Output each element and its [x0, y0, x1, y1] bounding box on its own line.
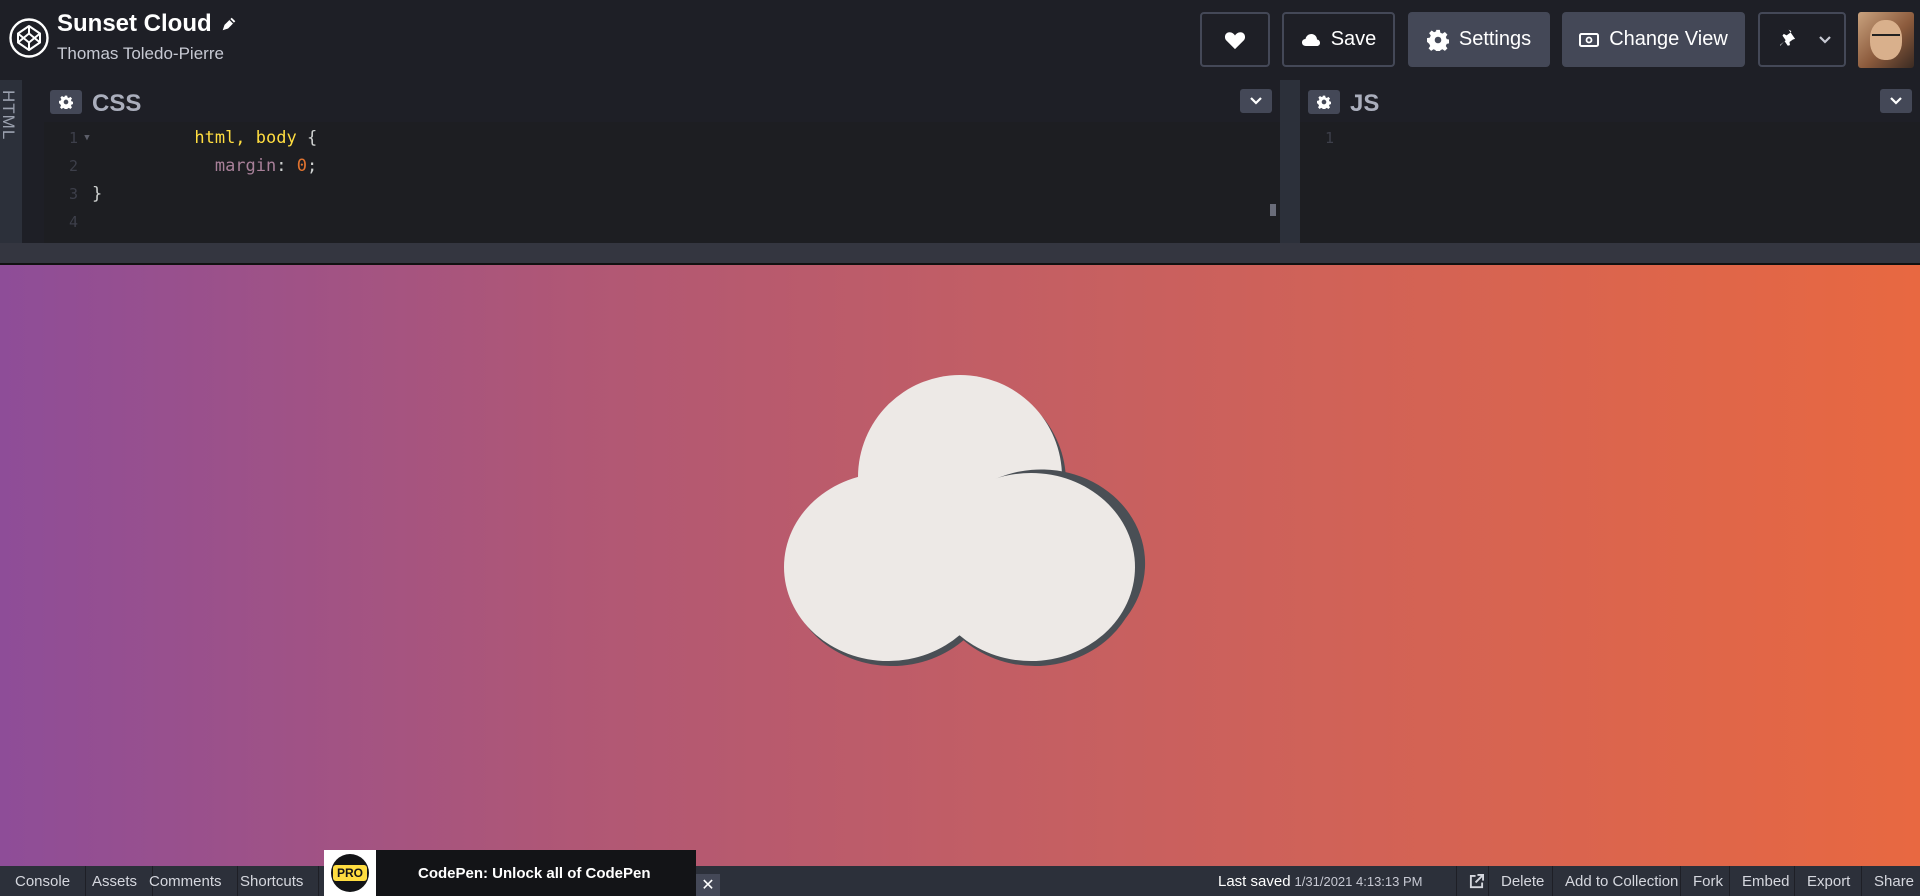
code-line: 3 }: [44, 180, 102, 208]
pro-promo-banner[interactable]: PRO CodePen: Unlock all of CodePen: [324, 850, 696, 896]
change-view-button[interactable]: Change View: [1562, 12, 1745, 67]
code-line: 2 margin: 0;: [44, 152, 317, 180]
line-number: 2: [68, 157, 78, 175]
author-name[interactable]: Thomas Toledo-Pierre: [57, 44, 224, 64]
pin-button[interactable]: [1758, 12, 1846, 67]
console-button[interactable]: Console: [0, 866, 87, 896]
preview-pane[interactable]: [0, 265, 1920, 866]
console-label: Console: [15, 872, 71, 890]
pro-badge-circle: PRO: [331, 854, 369, 892]
fork-button[interactable]: Fork: [1680, 866, 1735, 896]
close-icon: ✕: [701, 877, 715, 894]
js-settings-button[interactable]: [1308, 90, 1340, 114]
css-collapse-button[interactable]: [1240, 89, 1272, 113]
css-value: 0: [296, 156, 307, 176]
js-code-area[interactable]: 1: [1300, 122, 1920, 243]
gear-icon: [59, 95, 73, 109]
js-editor-title: JS: [1350, 90, 1380, 117]
pro-badge-label: PRO: [332, 865, 367, 881]
css-property: margin: [194, 156, 277, 176]
avatar[interactable]: [1858, 12, 1914, 68]
css-editor-panel: CSS 1 ▼ html, body { 2 margin: 0; 3} 4: [44, 80, 1280, 243]
codepen-logo-icon[interactable]: [9, 18, 49, 58]
html-editor-tab[interactable]: HTML: [0, 80, 22, 243]
add-to-collection-label: Add to Collection: [1565, 872, 1679, 890]
code-colon: :: [276, 156, 297, 176]
code-text: margin: 0;: [92, 136, 317, 196]
add-to-collection-button[interactable]: Add to Collection: [1552, 866, 1690, 896]
js-editor-header: JS: [1300, 80, 1920, 122]
chevron-down-icon: [1250, 97, 1262, 105]
shortcuts-button[interactable]: Shortcuts: [225, 866, 320, 896]
html-tab-label: HTML: [0, 90, 18, 141]
pro-badge: PRO: [324, 850, 376, 896]
code-semicolon: ;: [306, 156, 318, 176]
assets-label: Assets: [92, 872, 138, 890]
chevron-down-icon[interactable]: [1818, 35, 1832, 45]
js-editor-panel: JS 1: [1300, 80, 1920, 243]
change-view-label: Change View: [1609, 28, 1728, 50]
delete-button[interactable]: Delete: [1488, 866, 1556, 896]
external-link-icon: [1469, 873, 1484, 888]
settings-button[interactable]: Settings: [1408, 12, 1550, 67]
editor-resize-bar[interactable]: [0, 243, 1920, 265]
export-button[interactable]: Export: [1794, 866, 1862, 896]
shortcuts-label: Shortcuts: [240, 872, 304, 890]
sunset-cloud: [784, 375, 1146, 666]
line-number: 1: [1324, 129, 1334, 147]
gear-icon: [1426, 29, 1449, 51]
css-code-area[interactable]: 1 ▼ html, body { 2 margin: 0; 3 } 4: [44, 122, 1280, 243]
css-settings-button[interactable]: [50, 90, 82, 114]
avatar-glasses: [1872, 34, 1900, 40]
settings-label: Settings: [1458, 28, 1532, 50]
change-view-icon: [1579, 32, 1600, 47]
chevron-down-icon: [1890, 97, 1902, 105]
gear-icon: [1317, 95, 1331, 109]
css-scrollbar[interactable]: [1270, 204, 1276, 216]
line-number: 3: [68, 185, 78, 203]
header: Sunset Cloud Thomas Toledo-Pierre Save S…: [0, 0, 1920, 80]
save-button[interactable]: Save: [1282, 12, 1395, 67]
export-label: Export: [1807, 872, 1851, 890]
delete-label: Delete: [1501, 872, 1545, 890]
love-button[interactable]: [1200, 12, 1270, 67]
editor-area: HTML CSS 1 ▼ html, body {2 margin: 0; 3…: [0, 80, 1920, 265]
embed-label: Embed: [1742, 872, 1790, 890]
editor-gutter: [22, 80, 44, 243]
save-label: Save: [1330, 28, 1377, 50]
cloud-icon: [1301, 33, 1320, 46]
share-label: Share: [1874, 872, 1915, 890]
last-saved: Last saved 1/31/2021 4:13:13 PM: [1206, 866, 1434, 896]
pencil-icon[interactable]: [220, 15, 238, 33]
line-number: 1: [68, 129, 78, 147]
last-saved-label: Last saved: [1218, 872, 1291, 890]
promo-close-button[interactable]: ✕: [696, 874, 720, 896]
editor-resize-handle[interactable]: [1280, 80, 1300, 243]
js-collapse-button[interactable]: [1880, 89, 1912, 113]
promo-text: CodePen: Unlock all of CodePen: [418, 864, 651, 882]
share-button[interactable]: Share: [1861, 866, 1920, 896]
fold-arrow-icon[interactable]: ▼: [82, 133, 92, 143]
bottom-bar: Console Assets Comments Shortcuts Last s…: [0, 866, 1920, 896]
code-line: 4: [44, 208, 78, 236]
heart-icon: [1224, 31, 1246, 49]
avatar-face: [1870, 20, 1902, 60]
line-number: 4: [68, 213, 78, 231]
code-brace-close: }: [92, 184, 103, 204]
last-saved-time: 1/31/2021 4:13:13 PM: [1294, 873, 1423, 889]
fork-label: Fork: [1693, 872, 1723, 890]
pen-title[interactable]: Sunset Cloud: [57, 10, 212, 38]
pin-icon: [1780, 29, 1796, 46]
code-line: 1: [1300, 124, 1334, 152]
comments-button[interactable]: Comments: [134, 866, 238, 896]
comments-label: Comments: [149, 872, 222, 890]
title-row: Sunset Cloud: [57, 10, 238, 38]
embed-button[interactable]: Embed: [1729, 866, 1802, 896]
